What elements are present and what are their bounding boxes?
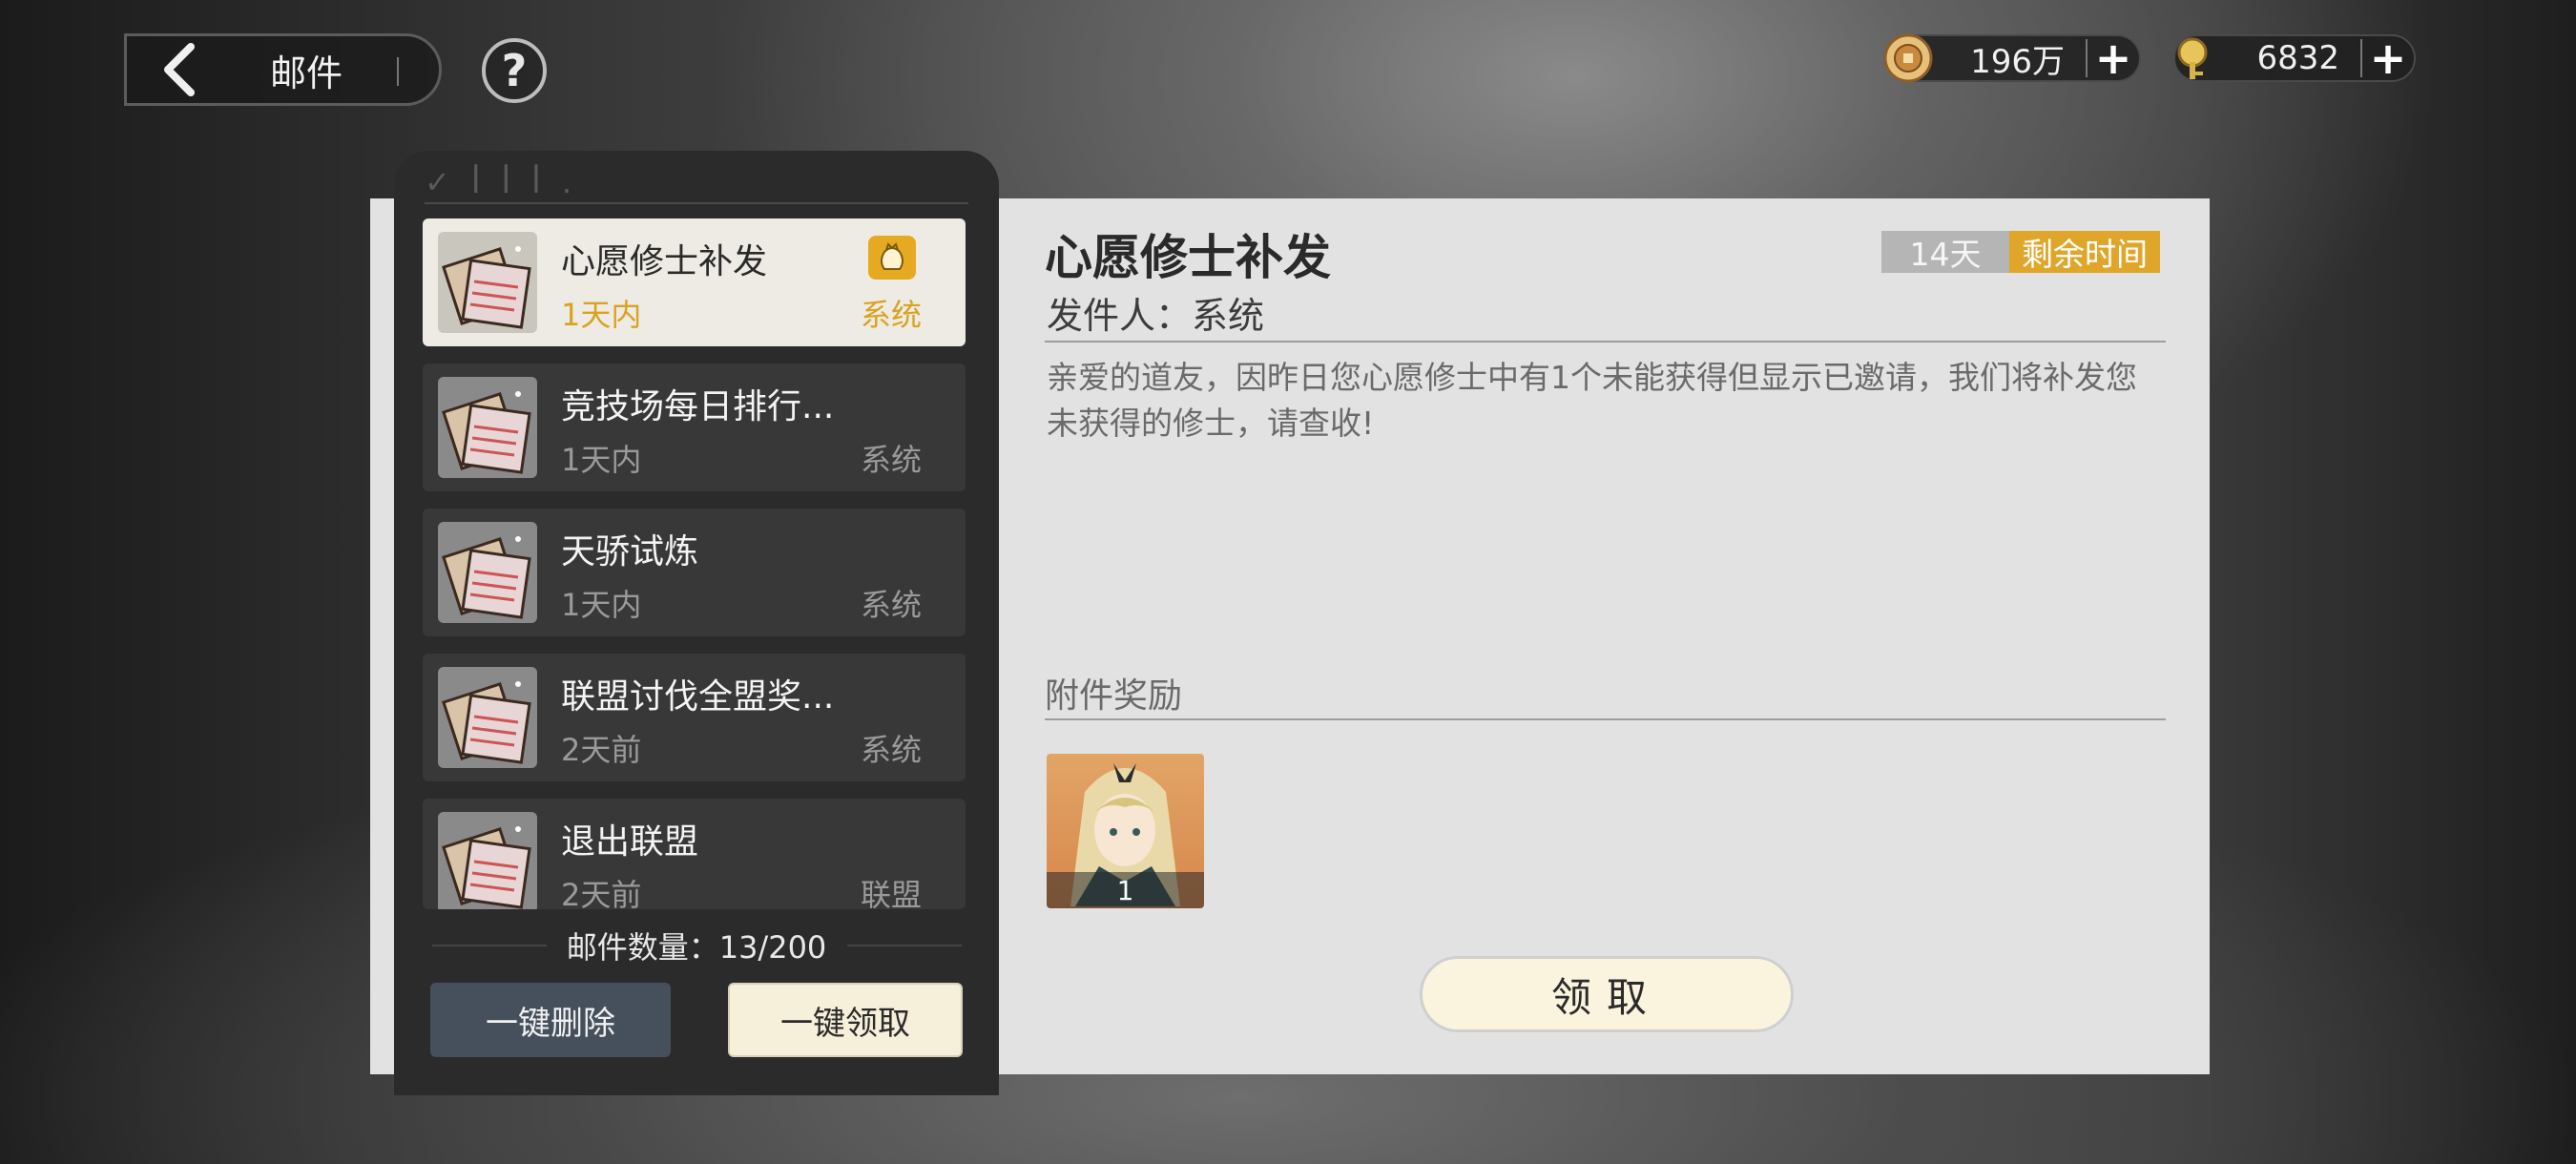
mail-item-time: 2天前 xyxy=(561,732,642,768)
divider xyxy=(1045,718,2166,720)
mail-item-title: 竞技场每日排行... xyxy=(561,387,835,426)
mail-item-type: 系统 xyxy=(860,587,922,623)
mail-detail-title: 心愿修士补发 xyxy=(1045,230,1331,285)
mail-item-title: 退出联盟 xyxy=(561,822,699,862)
mail-item-time: 1天内 xyxy=(561,442,642,478)
back-arrow-icon xyxy=(146,36,213,103)
mail-body: 亲爱的道友，因昨日您心愿修士中有1个未能获得但显示已邀请，我们将补发您未获得的修… xyxy=(1047,359,2137,442)
mail-item-time: 1天内 xyxy=(561,587,642,623)
currency-coin: 196万 + xyxy=(1883,32,2141,84)
coin-icon xyxy=(1883,33,1933,83)
coin-amount: 196万 xyxy=(1970,42,2065,81)
divider xyxy=(397,57,399,86)
mail-item[interactable]: 竞技场每日排行... 1天内 系统 xyxy=(423,364,966,491)
panel-decoration: ✓ ꟾ ꟾ ꟾ . xyxy=(425,164,577,200)
mail-envelope-icon xyxy=(438,377,537,478)
page-title: 邮件 xyxy=(270,52,343,94)
mail-item-type: 联盟 xyxy=(860,877,922,909)
reward-quantity: 1 xyxy=(1047,872,1204,908)
divider xyxy=(425,202,968,204)
currency-token: 6832 + xyxy=(2173,32,2416,84)
mail-count: 邮件数量：13/200 xyxy=(566,929,827,966)
help-button[interactable]: ? xyxy=(482,38,547,103)
reward-item[interactable]: 1 xyxy=(1047,754,1204,908)
mail-item-type: 系统 xyxy=(860,442,922,478)
mail-item-type: 系统 xyxy=(860,732,922,768)
divider xyxy=(1045,341,2166,343)
mail-item[interactable]: 心愿修士补发 1天内 系统 xyxy=(423,218,966,346)
mail-item[interactable]: 联盟讨伐全盟奖... 2天前 系统 xyxy=(423,654,966,781)
mail-envelope-icon xyxy=(438,522,537,623)
attachment-title: 附件奖励 xyxy=(1045,676,1183,716)
claim-all-button[interactable]: 一键领取 xyxy=(728,983,963,1057)
add-token-button[interactable]: + xyxy=(2360,32,2414,84)
mail-envelope-icon xyxy=(438,232,537,333)
mail-item[interactable]: 天骄试炼 1天内 系统 xyxy=(423,509,966,636)
delete-all-button[interactable]: 一键删除 xyxy=(430,983,671,1057)
mail-item-title: 心愿修士补发 xyxy=(561,242,768,281)
mail-envelope-icon xyxy=(438,812,537,909)
add-coin-button[interactable]: + xyxy=(2086,32,2139,84)
mail-item-title: 联盟讨伐全盟奖... xyxy=(561,677,835,717)
mail-sender: 发件人：系统 xyxy=(1047,295,1265,337)
token-amount: 6832 xyxy=(2256,39,2339,77)
mail-envelope-icon xyxy=(438,667,537,768)
mail-item[interactable]: 退出联盟 2天前 联盟 xyxy=(423,799,966,909)
remaining-time-label: 剩余时间 xyxy=(2009,231,2160,273)
key-token-icon xyxy=(2168,33,2217,83)
claim-button[interactable]: 领取 xyxy=(1420,956,1794,1032)
back-button[interactable]: 邮件 xyxy=(124,33,442,106)
mail-item-time: 2天前 xyxy=(561,877,642,909)
mail-item-type: 系统 xyxy=(860,297,922,333)
reward-bag-icon xyxy=(868,236,916,280)
mail-item-time: 1天内 xyxy=(561,297,642,333)
remaining-days: 14天 xyxy=(1881,231,2009,273)
mail-item-title: 天骄试炼 xyxy=(561,532,699,572)
